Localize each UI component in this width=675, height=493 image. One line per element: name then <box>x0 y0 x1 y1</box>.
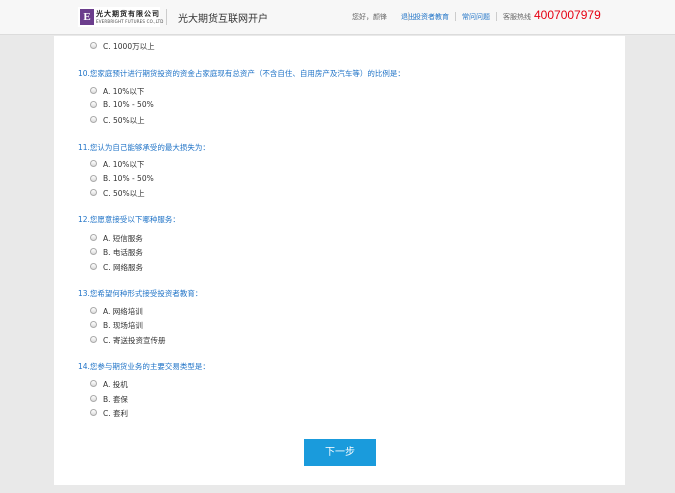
radio-button[interactable] <box>90 175 97 182</box>
question-11-title: 11.您认为自己能够承受的最大损失为： <box>78 143 210 152</box>
hotline-label: 客服热线 <box>503 13 531 21</box>
next-step-button[interactable]: 下一步 <box>304 439 376 466</box>
radio-button[interactable] <box>90 234 97 241</box>
radio-button[interactable] <box>90 189 97 196</box>
option-label: B. 套保 <box>103 395 128 404</box>
question-14-title: 14.您参与期货业务的主要交易类型是： <box>78 362 210 371</box>
option-label: B. 10% - 50% <box>103 174 154 183</box>
faq-link[interactable]: 常问问题 <box>462 12 490 22</box>
radio-button[interactable] <box>90 160 97 167</box>
logo-mark-icon: E <box>80 9 94 25</box>
investor-education-link[interactable]: 投资者教育 <box>414 12 449 22</box>
option-label: A. 短信服务 <box>103 234 143 243</box>
option-label: C. 套利 <box>103 409 129 418</box>
option-label: B. 10% - 50% <box>103 100 154 109</box>
radio-button[interactable] <box>90 248 97 255</box>
company-logo[interactable]: E 光大期货有限公司 EVERBRIGHT FUTURES CO.,LTD <box>78 7 163 27</box>
title-divider <box>166 9 167 25</box>
radio-button[interactable] <box>90 87 97 94</box>
option-label: C. 网络服务 <box>103 263 144 272</box>
option-label: C. 1000万以上 <box>103 42 155 51</box>
radio-button[interactable] <box>90 336 97 343</box>
question-10-title: 10.您家庭预计进行期货投资的资金占家庭现有总资产（不含自住、自用房产及汽车等）… <box>78 69 405 78</box>
option-label: C. 寄送投资宣传册 <box>103 336 166 345</box>
option-label: B. 现场培训 <box>103 321 143 330</box>
radio-button[interactable] <box>90 101 97 108</box>
question-12-title: 12.您愿意接受以下哪种服务： <box>78 215 180 224</box>
logo-company-name-en: EVERBRIGHT FUTURES CO.,LTD <box>96 19 164 24</box>
radio-button[interactable] <box>90 307 97 314</box>
radio-button[interactable] <box>90 42 97 49</box>
header: E 光大期货有限公司 EVERBRIGHT FUTURES CO.,LTD 光大… <box>0 0 675 35</box>
nav-divider <box>455 12 456 21</box>
option-label: A. 10%以下 <box>103 87 145 96</box>
hotline-number: 4007007979 <box>534 8 601 22</box>
radio-button[interactable] <box>90 409 97 416</box>
option-label: A. 网络培训 <box>103 307 143 316</box>
nav-divider <box>408 12 409 21</box>
question-13-title: 13.您希望何种形式接受投资者教育： <box>78 289 203 298</box>
option-label: A. 10%以下 <box>103 160 145 169</box>
radio-button[interactable] <box>90 395 97 402</box>
option-label: B. 电话服务 <box>103 248 143 257</box>
radio-button[interactable] <box>90 380 97 387</box>
site-title: 光大期货互联网开户 <box>178 14 268 25</box>
radio-button[interactable] <box>90 321 97 328</box>
option-label: C. 50%以上 <box>103 189 145 198</box>
logo-company-name: 光大期货有限公司 <box>96 10 160 18</box>
radio-button[interactable] <box>90 263 97 270</box>
nav-divider <box>496 12 497 21</box>
option-label: A. 投机 <box>103 380 128 389</box>
radio-button[interactable] <box>90 116 97 123</box>
user-greeting: 您好，颜锋 <box>352 13 387 21</box>
option-label: C. 50%以上 <box>103 116 145 125</box>
